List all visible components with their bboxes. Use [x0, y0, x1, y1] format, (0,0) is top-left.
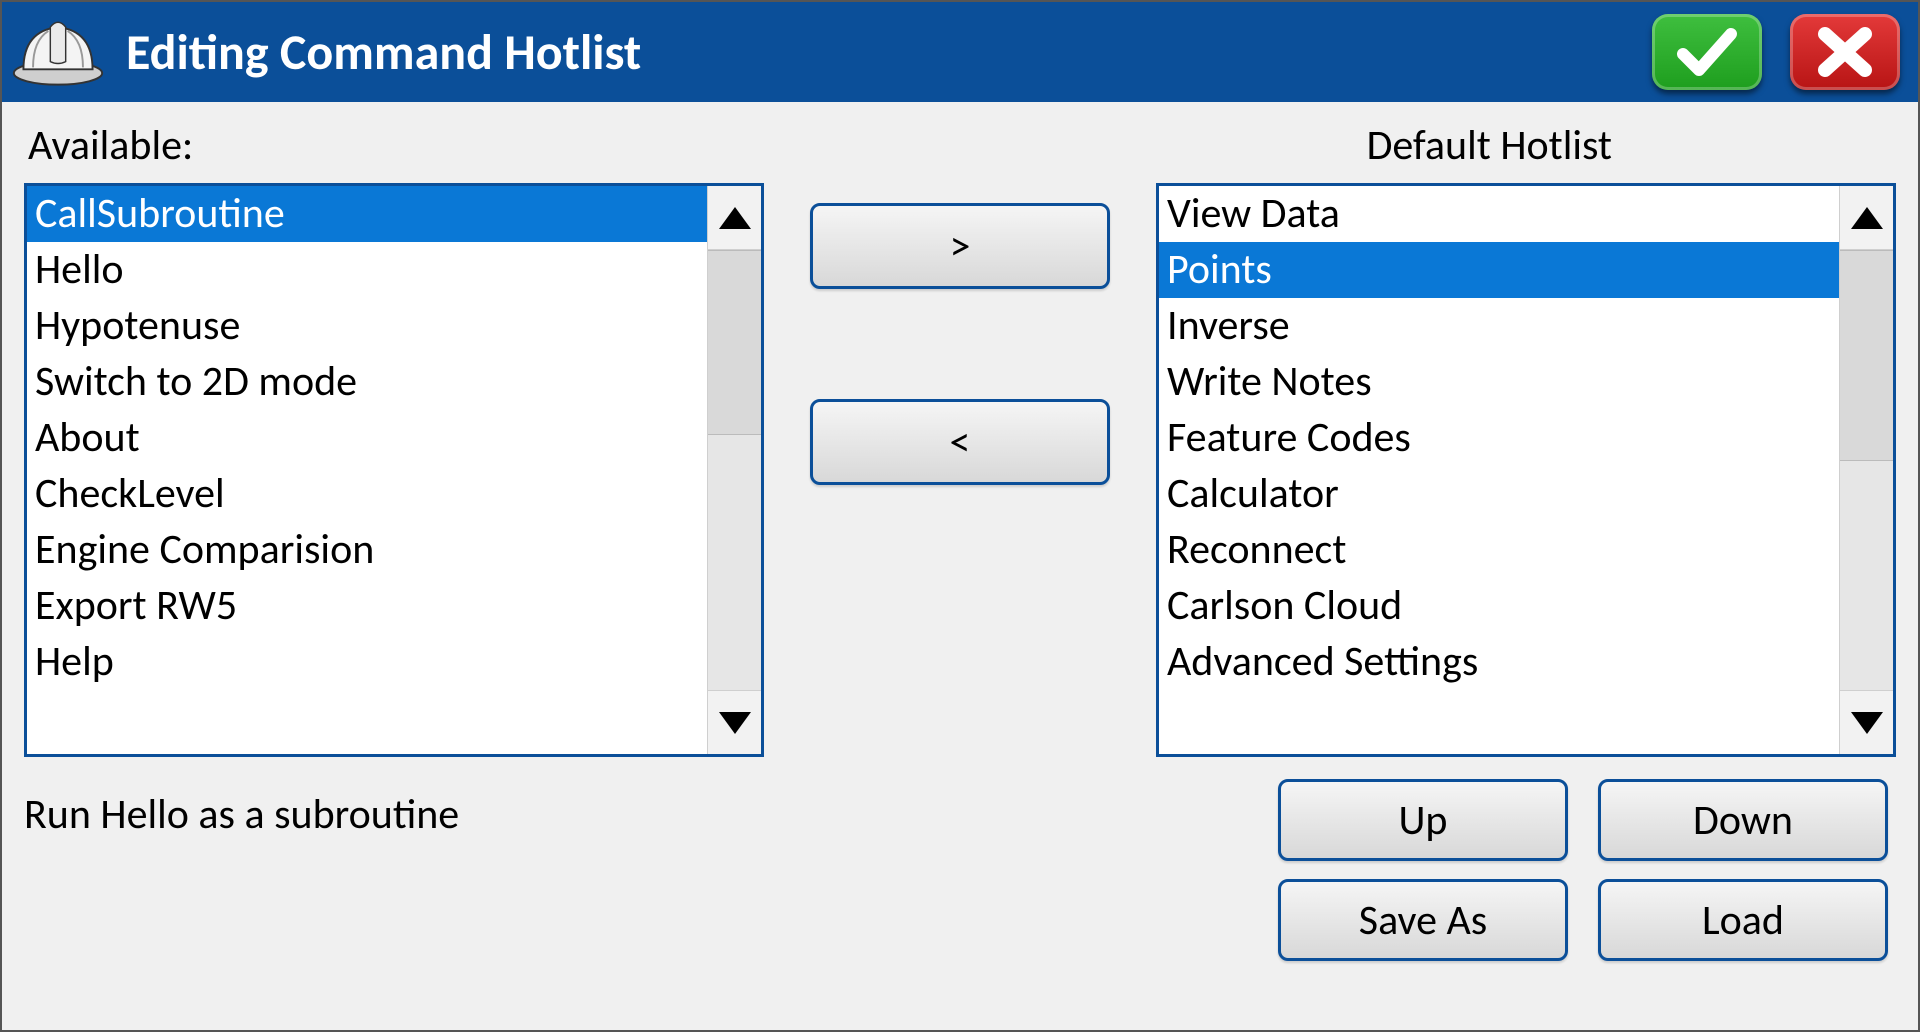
available-label: Available:	[28, 120, 193, 171]
ok-button[interactable]	[1652, 14, 1762, 90]
list-item[interactable]: Engine Comparision	[27, 522, 707, 578]
list-item[interactable]: About	[27, 410, 707, 466]
load-button[interactable]: Load	[1598, 879, 1888, 961]
scroll-track[interactable]	[1840, 250, 1893, 690]
transfer-buttons: > <	[788, 183, 1132, 485]
list-item[interactable]: Reconnect	[1159, 522, 1839, 578]
scroll-down-button[interactable]	[708, 690, 761, 754]
list-item[interactable]: Hypotenuse	[27, 298, 707, 354]
list-item[interactable]: Inverse	[1159, 298, 1839, 354]
list-item[interactable]: Hello	[27, 242, 707, 298]
hotlist-label: Default Hotlist	[1367, 120, 1892, 171]
hotlist-listbox[interactable]: View DataPointsInverseWrite NotesFeature…	[1156, 183, 1896, 757]
remove-button[interactable]: <	[810, 399, 1110, 485]
scroll-thumb[interactable]	[1840, 250, 1893, 461]
available-scrollbar[interactable]	[707, 186, 761, 754]
chevron-up-icon	[719, 207, 751, 229]
window-title: Editing Command Hotlist	[120, 22, 1638, 83]
hardhat-icon	[10, 12, 106, 92]
list-item[interactable]: Write Notes	[1159, 354, 1839, 410]
list-item[interactable]: Export RW5	[27, 578, 707, 634]
scroll-thumb[interactable]	[708, 250, 761, 435]
labels-row: Available: Default Hotlist	[24, 120, 1896, 171]
lists-row: CallSubroutineHelloHypotenuseSwitch to 2…	[24, 183, 1896, 757]
list-item[interactable]: Switch to 2D mode	[27, 354, 707, 410]
list-item[interactable]: Help	[27, 634, 707, 690]
list-item[interactable]: Calculator	[1159, 466, 1839, 522]
scroll-track[interactable]	[708, 250, 761, 690]
title-bar: Editing Command Hotlist	[2, 2, 1918, 102]
list-item[interactable]: Points	[1159, 242, 1839, 298]
add-button[interactable]: >	[810, 203, 1110, 289]
list-item[interactable]: Carlson Cloud	[1159, 578, 1839, 634]
footer-row: Run Hello as a subroutine Up Down Save A…	[24, 779, 1896, 961]
chevron-down-icon	[719, 712, 751, 734]
list-item[interactable]: View Data	[1159, 186, 1839, 242]
dialog-body: Available: Default Hotlist CallSubroutin…	[2, 102, 1918, 1030]
list-item[interactable]: Advanced Settings	[1159, 634, 1839, 690]
close-icon	[1813, 24, 1877, 80]
hotlist-scrollbar[interactable]	[1839, 186, 1893, 754]
action-buttons: Up Down Save As Load	[1278, 779, 1888, 961]
chevron-up-icon	[1851, 207, 1883, 229]
save-as-button[interactable]: Save As	[1278, 879, 1568, 961]
chevron-down-icon	[1851, 712, 1883, 734]
scroll-up-button[interactable]	[708, 186, 761, 250]
list-item[interactable]: CheckLevel	[27, 466, 707, 522]
available-listbox[interactable]: CallSubroutineHelloHypotenuseSwitch to 2…	[24, 183, 764, 757]
list-item[interactable]: CallSubroutine	[27, 186, 707, 242]
down-button[interactable]: Down	[1598, 779, 1888, 861]
scroll-down-button[interactable]	[1840, 690, 1893, 754]
list-item[interactable]: Feature Codes	[1159, 410, 1839, 466]
cancel-button[interactable]	[1790, 14, 1900, 90]
check-icon	[1675, 24, 1739, 80]
scroll-up-button[interactable]	[1840, 186, 1893, 250]
item-description: Run Hello as a subroutine	[24, 779, 1258, 840]
up-button[interactable]: Up	[1278, 779, 1568, 861]
